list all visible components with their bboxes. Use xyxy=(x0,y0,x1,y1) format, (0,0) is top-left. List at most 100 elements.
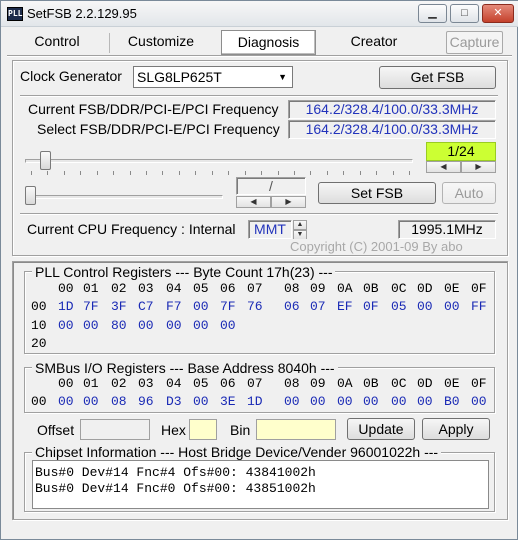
set-fsb-button[interactable]: Set FSB xyxy=(318,182,436,204)
clock-generator-select[interactable]: SLG8LP625T ▼ xyxy=(133,66,293,88)
register-cell[interactable]: 80 xyxy=(111,318,127,333)
register-cell[interactable]: 00 xyxy=(193,394,209,409)
ratio-increment-button[interactable]: ▶ xyxy=(271,196,306,208)
register-cell[interactable]: 0F xyxy=(363,299,379,314)
register-cell[interactable]: 00 xyxy=(391,394,407,409)
update-button[interactable]: Update xyxy=(347,418,415,440)
slider-tick xyxy=(195,171,197,175)
slider-tick xyxy=(409,171,410,175)
register-column-header: 08 xyxy=(284,281,300,296)
auto-button[interactable]: Auto xyxy=(442,182,496,204)
register-cell[interactable]: 3F xyxy=(111,299,127,314)
register-cell[interactable]: 00 xyxy=(337,394,353,409)
register-column-header: 0F xyxy=(471,376,487,391)
register-cell[interactable]: 00 xyxy=(284,394,300,409)
register-cell[interactable]: 00 xyxy=(166,318,182,333)
counter-decrement-button[interactable]: ◀ xyxy=(426,161,461,173)
register-cell[interactable]: 7F xyxy=(83,299,99,314)
window-title: SetFSB 2.2.129.95 xyxy=(27,6,137,21)
slider-tick xyxy=(261,171,263,175)
register-cell[interactable]: 1D xyxy=(58,299,74,314)
register-cell[interactable]: C7 xyxy=(138,299,154,314)
register-cell[interactable]: 00 xyxy=(58,318,74,333)
fsb-slider-track[interactable] xyxy=(25,159,413,163)
register-cell[interactable]: 3E xyxy=(220,394,236,409)
register-cell[interactable]: FF xyxy=(471,299,487,314)
chipset-info-title: Chipset Information --- Host Bridge Devi… xyxy=(32,444,442,460)
register-cell[interactable]: 00 xyxy=(417,299,433,314)
app-logo-icon: PLL xyxy=(7,7,23,21)
hex-field[interactable] xyxy=(189,419,217,440)
slider-tick xyxy=(178,171,180,175)
register-cell[interactable]: EF xyxy=(337,299,353,314)
register-cell[interactable]: 76 xyxy=(247,299,263,314)
register-cell[interactable]: 00 xyxy=(83,318,99,333)
ratio-decrement-button[interactable]: ◀ xyxy=(236,196,271,208)
register-cell[interactable]: 00 xyxy=(58,394,74,409)
register-cell[interactable]: 00 xyxy=(363,394,379,409)
offset-field[interactable] xyxy=(80,419,150,440)
tab-creator[interactable]: Creator xyxy=(329,30,419,55)
register-cell[interactable]: 00 xyxy=(220,318,236,333)
register-cell[interactable]: 06 xyxy=(284,299,300,314)
register-cell[interactable]: 1D xyxy=(247,394,263,409)
register-cell[interactable]: 00 xyxy=(471,394,487,409)
register-column-header: 01 xyxy=(83,376,99,391)
slider-tick xyxy=(80,171,82,175)
slider-tick xyxy=(228,171,230,175)
current-frequency-label: Current FSB/DDR/PCI-E/PCI Frequency xyxy=(28,101,279,117)
register-cell[interactable]: F7 xyxy=(166,299,182,314)
register-column-header: 0F xyxy=(471,281,487,296)
slider-tick xyxy=(326,171,328,175)
apply-button[interactable]: Apply xyxy=(422,418,490,440)
register-cell[interactable]: 00 xyxy=(444,299,460,314)
register-cell[interactable]: B0 xyxy=(444,394,460,409)
title-bar[interactable]: PLL SetFSB 2.2.129.95 ▁ □ ✕ xyxy=(1,1,518,27)
tab-diagnosis[interactable]: Diagnosis xyxy=(221,30,316,55)
slider-tick xyxy=(293,171,295,175)
register-column-header: 08 xyxy=(284,376,300,391)
chipset-line-2: Bus#0 Dev#14 Fnc#0 Ofs#00: 43851002h xyxy=(35,481,316,496)
tab-capture[interactable]: Capture xyxy=(446,31,503,54)
tab-control[interactable]: Control xyxy=(11,30,103,55)
slider-tick xyxy=(359,171,361,175)
register-cell[interactable]: 00 xyxy=(193,299,209,314)
register-cell[interactable]: 96 xyxy=(138,394,154,409)
register-cell[interactable]: 00 xyxy=(310,394,326,409)
pll-registers-title: PLL Control Registers --- Byte Count 17h… xyxy=(32,264,336,280)
slider-tick xyxy=(63,171,65,175)
maximize-icon: □ xyxy=(461,7,468,19)
hex-label: Hex xyxy=(161,422,186,438)
register-cell[interactable]: 07 xyxy=(310,299,326,314)
register-column-header: 0E xyxy=(444,376,460,391)
tab-customize[interactable]: Customize xyxy=(115,30,207,55)
clock-generator-label: Clock Generator xyxy=(20,68,122,84)
register-cell[interactable]: 00 xyxy=(138,318,154,333)
register-cell[interactable]: 08 xyxy=(111,394,127,409)
cpu-source-up-button[interactable]: ▲ xyxy=(293,220,307,230)
register-column-header: 0E xyxy=(444,281,460,296)
register-cell[interactable]: 00 xyxy=(83,394,99,409)
minimize-button[interactable]: ▁ xyxy=(418,4,447,23)
secondary-slider-thumb[interactable] xyxy=(25,186,36,205)
register-column-header: 0A xyxy=(337,376,353,391)
tab-separator xyxy=(109,33,110,53)
register-cell[interactable]: 7F xyxy=(220,299,236,314)
maximize-button[interactable]: □ xyxy=(450,4,479,23)
register-row-label: 00 xyxy=(31,394,47,409)
close-button[interactable]: ✕ xyxy=(482,4,514,23)
smbus-registers-title: SMBus I/O Registers --- Base Address 804… xyxy=(32,360,338,376)
register-cell[interactable]: 00 xyxy=(193,318,209,333)
secondary-slider-track[interactable] xyxy=(25,195,223,199)
counter-increment-button[interactable]: ▶ xyxy=(461,161,496,173)
slider-tick xyxy=(343,171,345,175)
bin-field[interactable] xyxy=(256,419,336,440)
register-cell[interactable]: 00 xyxy=(417,394,433,409)
fsb-slider-thumb[interactable] xyxy=(40,151,52,170)
register-cell[interactable]: 05 xyxy=(391,299,407,314)
chipset-info-text[interactable]: Bus#0 Dev#14 Fnc#4 Ofs#00: 43841002h Bus… xyxy=(32,460,489,509)
offset-label: Offset xyxy=(37,422,75,438)
register-cell[interactable]: D3 xyxy=(166,394,182,409)
register-column-header: 0C xyxy=(391,281,407,296)
get-fsb-button[interactable]: Get FSB xyxy=(379,66,496,89)
